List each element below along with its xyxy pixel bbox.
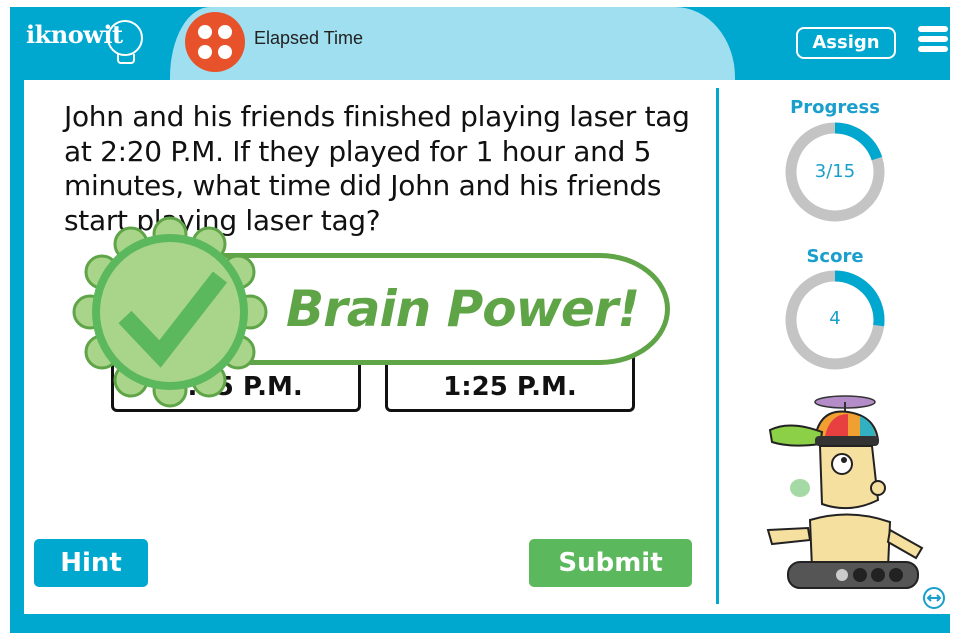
- expand-arrows-icon[interactable]: [922, 586, 946, 610]
- hamburger-menu-icon[interactable]: [918, 26, 948, 52]
- progress-value: 3/15: [814, 161, 856, 182]
- score-value: 4: [829, 308, 841, 329]
- progress-label: Progress: [790, 97, 880, 118]
- four-dots-icon: [185, 12, 245, 72]
- hint-button[interactable]: Hint: [34, 539, 148, 587]
- lesson-title: Elapsed Time: [254, 28, 364, 48]
- score-label: Score: [806, 246, 864, 267]
- checkmark-badge-icon: [72, 216, 268, 408]
- submit-button[interactable]: Submit: [529, 539, 692, 587]
- assign-button[interactable]: Assign: [796, 27, 896, 59]
- feedback-banner-text: Brain Power!: [286, 280, 640, 338]
- robot-mascot-image: [766, 395, 924, 589]
- lightbulb-icon: [107, 20, 143, 56]
- sidebar-divider: [716, 88, 719, 604]
- lightbulb-base-icon: [117, 54, 135, 64]
